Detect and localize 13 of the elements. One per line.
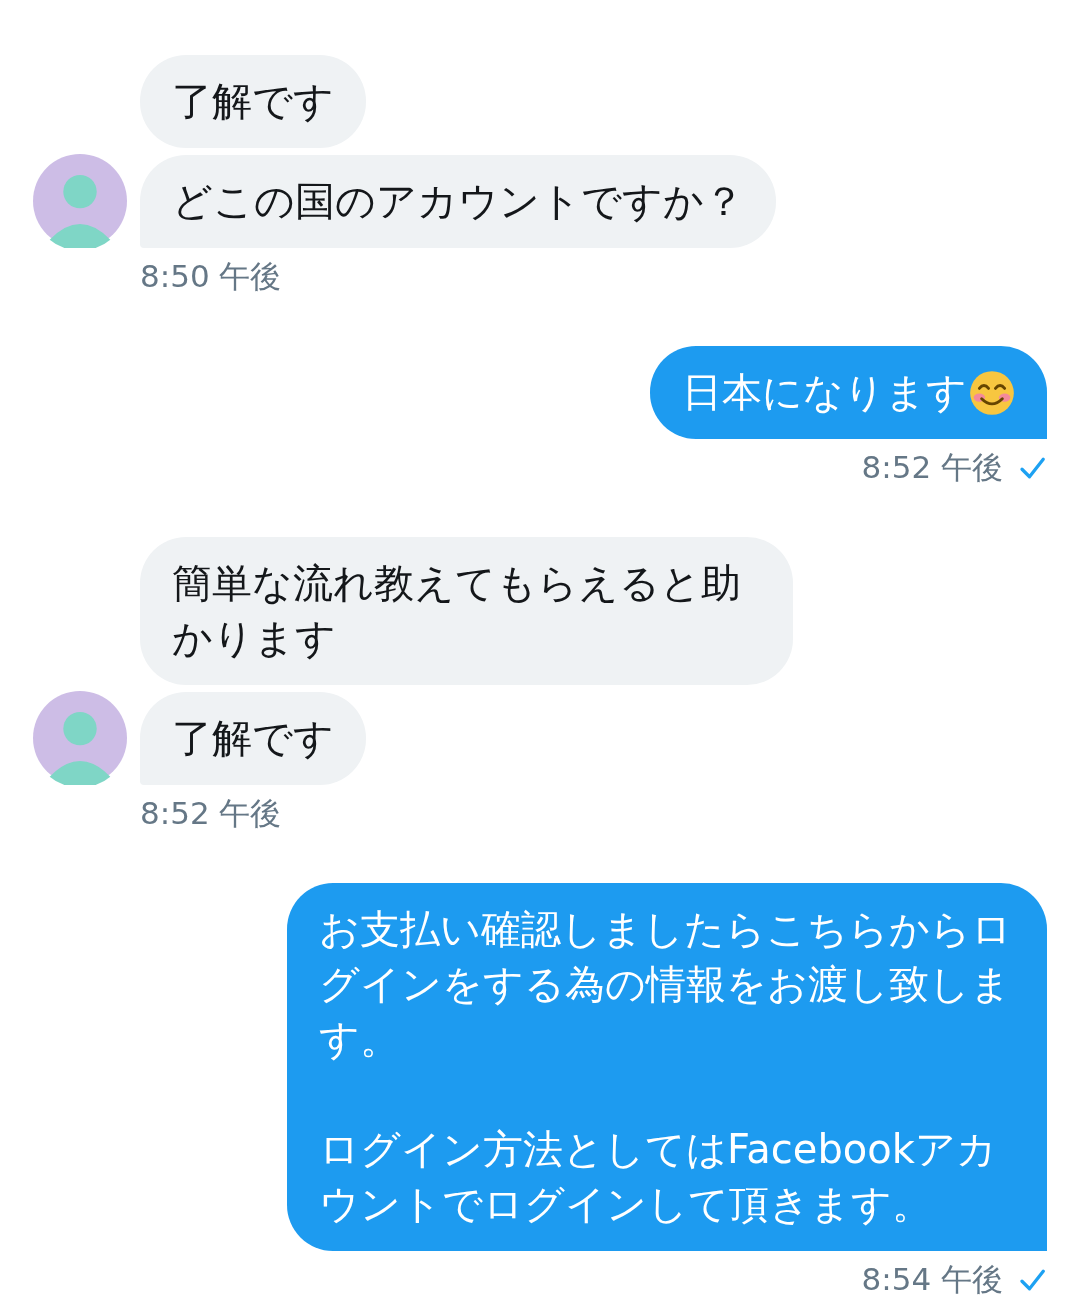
message-time: 8:54 午後 <box>861 1260 1003 1299</box>
message-text: ログイン方法としてはFacebookアカウントでログインして頂きます。 <box>319 1126 997 1227</box>
avatar-icon[interactable] <box>33 154 127 248</box>
avatar-icon[interactable] <box>33 691 127 785</box>
message-time: 8:52 午後 <box>861 448 1003 487</box>
message-text: どこの国のアカウントですか？ <box>172 177 744 224</box>
message-text: 了解です <box>172 714 334 761</box>
message-text: 簡単な流れ教えてもらえると助かります <box>172 560 741 661</box>
message-time: 8:50 午後 <box>140 257 282 296</box>
message-text: お支払い確認しましたらこちらからログインをする為の情報をお渡し致します。 <box>319 906 1012 1062</box>
message-time: 8:52 午後 <box>140 794 282 833</box>
message-text: 了解です <box>172 78 334 124</box>
message-text: 日本になります <box>682 368 967 417</box>
